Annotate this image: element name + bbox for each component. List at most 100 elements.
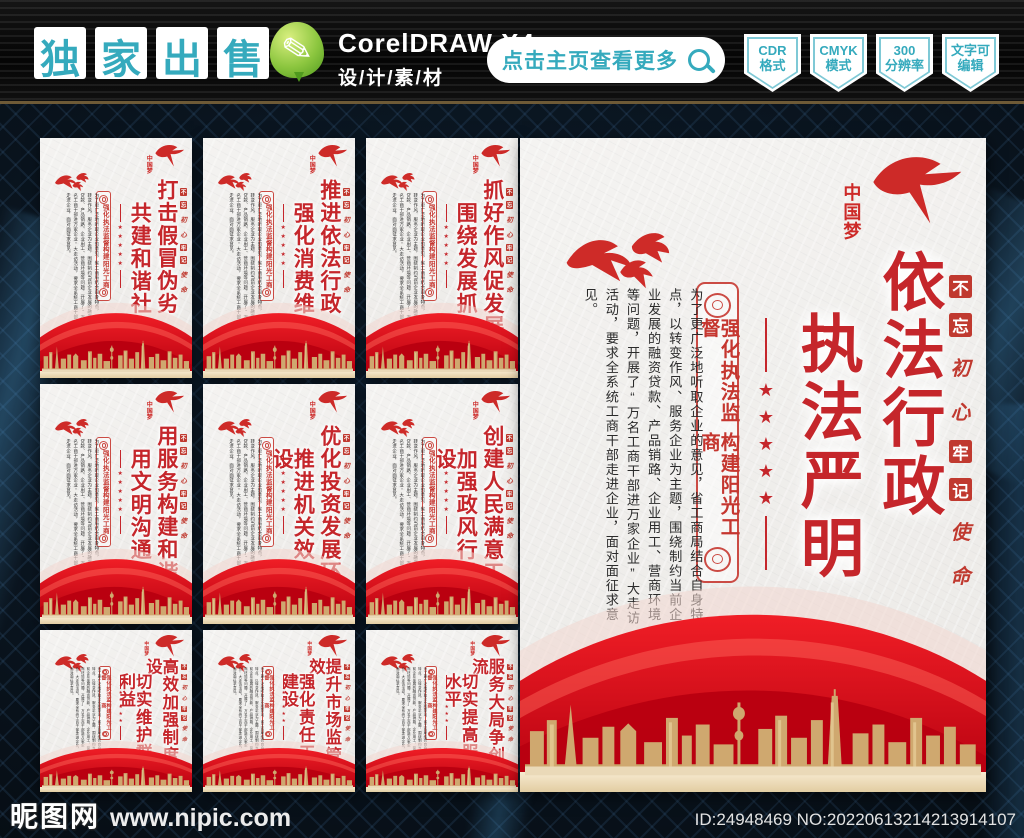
motto-script-char: 初 — [506, 462, 513, 470]
motto-boxed-char: 忘 — [342, 447, 351, 456]
golden-skyline — [204, 340, 354, 372]
poster-grid: 中国梦 打击假冒伪劣 共建和谐社会 不忘初心牢记使命 ★ ★ ★ ★ ★ 强化执法监督 … — [40, 138, 518, 796]
china-dream-bird-icon — [155, 390, 184, 413]
motto-boxed-char: 牢 — [342, 489, 351, 498]
motto-script-char: 心 — [343, 231, 350, 239]
china-dream-bird-icon — [318, 144, 347, 167]
banner-top-label: 强化执法监督 — [427, 203, 435, 246]
motto-script-char: 初 — [343, 216, 350, 224]
poster: 中国梦 提升市场监管能效 强化责任工商建设 不忘初心牢记使命 ★ ★ ★ ★ ★ 强化执… — [203, 630, 355, 792]
banner-ornament-icon — [704, 292, 732, 318]
poster: 中国梦 优化投资发展环境 推进机关效能建设 不忘初心牢记使命 ★ ★ ★ ★ ★ 强化执… — [203, 384, 355, 624]
exclusive-char: 出 — [156, 27, 208, 82]
search-icon — [688, 49, 710, 71]
site-url: www.nipic.com — [110, 804, 292, 832]
motto-script-char: 初 — [950, 357, 971, 380]
motto-boxed-char: 记 — [948, 477, 973, 501]
banner-ornament-icon — [99, 440, 109, 450]
motto-boxed-char: 忘 — [344, 673, 351, 680]
golden-skyline — [204, 586, 354, 618]
motto-script-char: 心 — [507, 695, 514, 702]
motto-boxed-char: 忘 — [342, 201, 351, 210]
china-dream-label: 中国梦 — [145, 400, 152, 420]
motto-boxed-char: 牢 — [342, 243, 351, 252]
banner-ornament-icon — [425, 194, 435, 204]
banner-ornament-icon — [425, 440, 435, 450]
china-dream-label: 中国梦 — [308, 154, 315, 174]
golden-skyline — [367, 766, 517, 788]
china-dream-bird-icon — [873, 156, 962, 224]
motto-boxed-char: 忘 — [505, 447, 514, 456]
motto-script-char: 心 — [180, 477, 187, 485]
motto-script-char: 初 — [181, 684, 188, 691]
china-dream-label: 中国梦 — [471, 154, 478, 174]
view-more-button[interactable]: 点击主页查看更多 — [487, 37, 725, 83]
banner-top-label: 强化执法监督 — [101, 203, 109, 246]
stars-column: ★ ★ ★ ★ ★ — [117, 204, 122, 288]
golden-skyline — [41, 586, 191, 618]
motto-column: 不忘初心牢记使命 — [342, 434, 351, 540]
exclusive-char: 家 — [95, 27, 147, 82]
exclusive-sale-label: 独 家 出 售 — [34, 27, 269, 82]
banner-top-label: 强化执法监督 — [263, 675, 275, 703]
motto-boxed-char: 忘 — [179, 201, 188, 210]
china-dream-bird-icon — [155, 144, 184, 167]
motto-boxed-char: 忘 — [948, 313, 973, 337]
motto-script-char: 心 — [506, 231, 513, 239]
china-dream-bird-icon — [481, 390, 510, 413]
motto-boxed-char: 牢 — [505, 243, 514, 252]
golden-skyline — [524, 689, 982, 776]
poster: 中国梦 服务大局争创一流 切实提高服务水平 不忘初心牢记使命 ★ ★ ★ ★ ★ 强化执… — [366, 630, 518, 792]
motto-boxed-char: 不 — [342, 434, 351, 443]
motto-boxed-char: 忘 — [181, 673, 188, 680]
motto-script-char: 心 — [506, 477, 513, 485]
motto-script-char: 心 — [950, 401, 971, 424]
stars-column: ★ ★ ★ ★ ★ — [443, 450, 448, 534]
motto-boxed-char: 不 — [181, 664, 188, 671]
motto-boxed-char: 记 — [179, 256, 188, 265]
banner-top-label: 强化执法监督 — [264, 203, 272, 246]
motto-script-char: 使 — [343, 518, 350, 526]
poster: 中国梦 推进依法行政 强化消费维权 不忘初心牢记使命 ★ ★ ★ ★ ★ 强化执法监督 … — [203, 138, 355, 378]
china-dream-label: 中国梦 — [471, 400, 478, 420]
golden-skyline — [367, 586, 517, 618]
motto-script-char: 初 — [344, 684, 351, 691]
motto-boxed-char: 不 — [507, 664, 514, 671]
motto-column: 不忘初心牢记使命 — [505, 188, 514, 294]
motto-script-char: 初 — [507, 684, 514, 691]
main-poster-slot: 中国梦 依法行政 执法严明 不忘初心牢记使命 ★ ★ ★ ★ ★ 强化执法监督 构建阳光… — [520, 138, 986, 792]
badge-cmyk-mode: CMYK 模式 — [810, 34, 867, 92]
pencil-icon: ✎ — [277, 26, 316, 73]
poster: 中国梦 高效加强制度建设 切实维护群众利益 不忘初心牢记使命 ★ ★ ★ ★ ★ 强化执… — [40, 630, 192, 792]
china-dream-label: 中国梦 — [308, 400, 315, 420]
poster: 中国梦 依法行政 执法严明 不忘初心牢记使命 ★ ★ ★ ★ ★ 强化执法监督 构建阳光… — [520, 138, 986, 792]
motto-script-char: 使 — [180, 518, 187, 526]
golden-skyline — [41, 766, 191, 788]
china-dream-label: 中国梦 — [144, 641, 150, 657]
motto-boxed-char: 不 — [342, 188, 351, 197]
motto-boxed-char: 记 — [505, 502, 514, 511]
motto-boxed-char: 记 — [342, 502, 351, 511]
motto-boxed-char: 牢 — [505, 489, 514, 498]
motto-column: 不忘初心牢记使命 — [179, 434, 188, 540]
poster: 中国梦 抓好作风促发展 围绕发展抓作风 不忘初心牢记使命 ★ ★ ★ ★ ★ 强化执法监… — [366, 138, 518, 378]
motto-script-char: 心 — [343, 477, 350, 485]
motto-script-char: 使 — [343, 272, 350, 280]
motto-column: 不忘初心牢记使命 — [505, 434, 514, 540]
china-dream-bird-icon — [481, 635, 510, 657]
motto-boxed-char: 牢 — [179, 243, 188, 252]
china-dream-label: 中国梦 — [841, 183, 862, 242]
doves-icon — [55, 418, 89, 437]
motto-script-char: 初 — [180, 462, 187, 470]
banner-top-label: 强化执法监督 — [264, 449, 272, 492]
motto-boxed-char: 不 — [179, 434, 188, 443]
feature-badges: CDR 格式 CMYK 模式 300 分辨率 文字可 编辑 — [744, 34, 999, 92]
motto-script-char: 心 — [344, 695, 351, 702]
golden-skyline — [367, 340, 517, 372]
golden-skyline — [41, 340, 191, 372]
banner-top-label: 强化执法监督 — [101, 449, 109, 492]
motto-script-char: 使 — [180, 272, 187, 280]
doves-icon — [218, 418, 252, 437]
china-dream-label: 中国梦 — [307, 641, 313, 657]
badge-cdr-format: CDR 格式 — [744, 34, 801, 92]
